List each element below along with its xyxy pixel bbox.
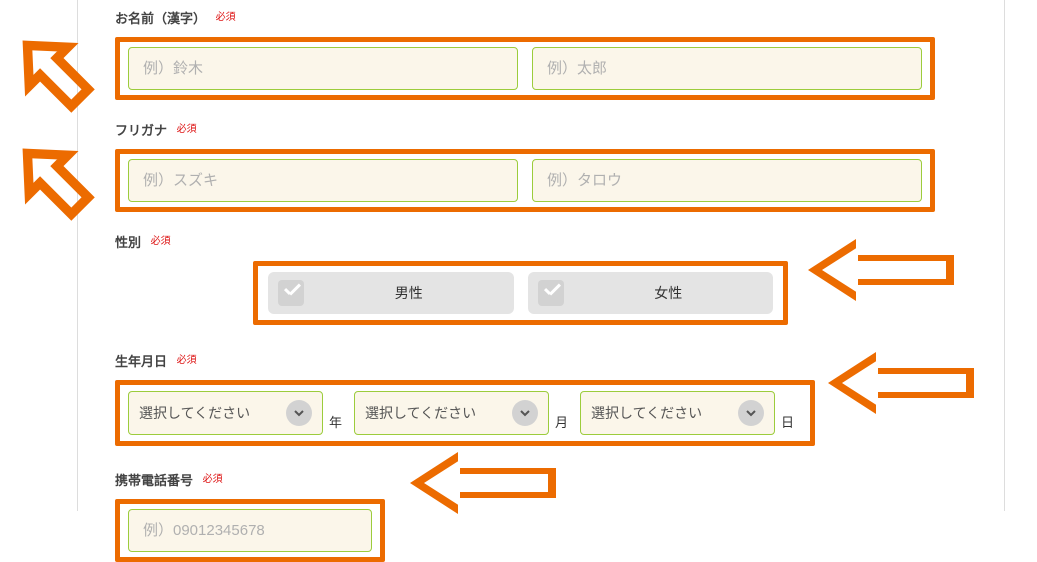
unit-day: 日 (781, 412, 794, 431)
gender-required: 必須 (151, 236, 171, 247)
dob-day-select[interactable]: 選択してください (580, 391, 775, 435)
phone-required: 必須 (203, 474, 223, 485)
gender-male-label: 男性 (314, 283, 504, 303)
dob-month-select[interactable]: 選択してください (354, 391, 549, 435)
phone-input[interactable] (128, 509, 372, 552)
name-required: 必須 (216, 12, 236, 23)
firstname-input[interactable] (532, 47, 922, 90)
name-label: お名前（漢字） (115, 11, 206, 26)
dob-required: 必須 (177, 355, 197, 366)
gender-female-label: 女性 (574, 283, 764, 303)
dob-day-text: 選択してください (591, 403, 738, 423)
dob-year-select[interactable]: 選択してください (128, 391, 323, 435)
dob-label: 生年月日 (115, 354, 167, 369)
check-icon (278, 280, 304, 306)
check-icon (538, 280, 564, 306)
gender-female-button[interactable]: 女性 (528, 272, 774, 314)
furigana-last-input[interactable] (128, 159, 518, 202)
dob-year-text: 選択してください (139, 403, 286, 423)
arrow-callout-icon (12, 138, 97, 223)
arrow-callout-icon (806, 235, 956, 305)
chevron-down-icon (286, 400, 312, 426)
gender-male-button[interactable]: 男性 (268, 272, 514, 314)
gender-highlight: 男性 女性 (253, 261, 788, 325)
chevron-down-icon (512, 400, 538, 426)
arrow-callout-icon (408, 448, 558, 518)
dob-highlight: 選択してください 年 選択してください 月 選択してください 日 (115, 380, 815, 446)
unit-month: 月 (555, 412, 568, 431)
furigana-highlight (115, 149, 935, 212)
furigana-first-input[interactable] (532, 159, 922, 202)
arrow-callout-icon (826, 348, 976, 418)
lastname-input[interactable] (128, 47, 518, 90)
arrow-callout-icon (12, 30, 97, 115)
phone-highlight (115, 499, 385, 562)
unit-year: 年 (329, 412, 342, 431)
furigana-required: 必須 (177, 124, 197, 135)
furigana-label: フリガナ (115, 123, 167, 138)
chevron-down-icon (738, 400, 764, 426)
dob-month-text: 選択してください (365, 403, 512, 423)
phone-label: 携帯電話番号 (115, 473, 193, 488)
gender-label: 性別 (115, 235, 141, 250)
name-highlight (115, 37, 935, 100)
